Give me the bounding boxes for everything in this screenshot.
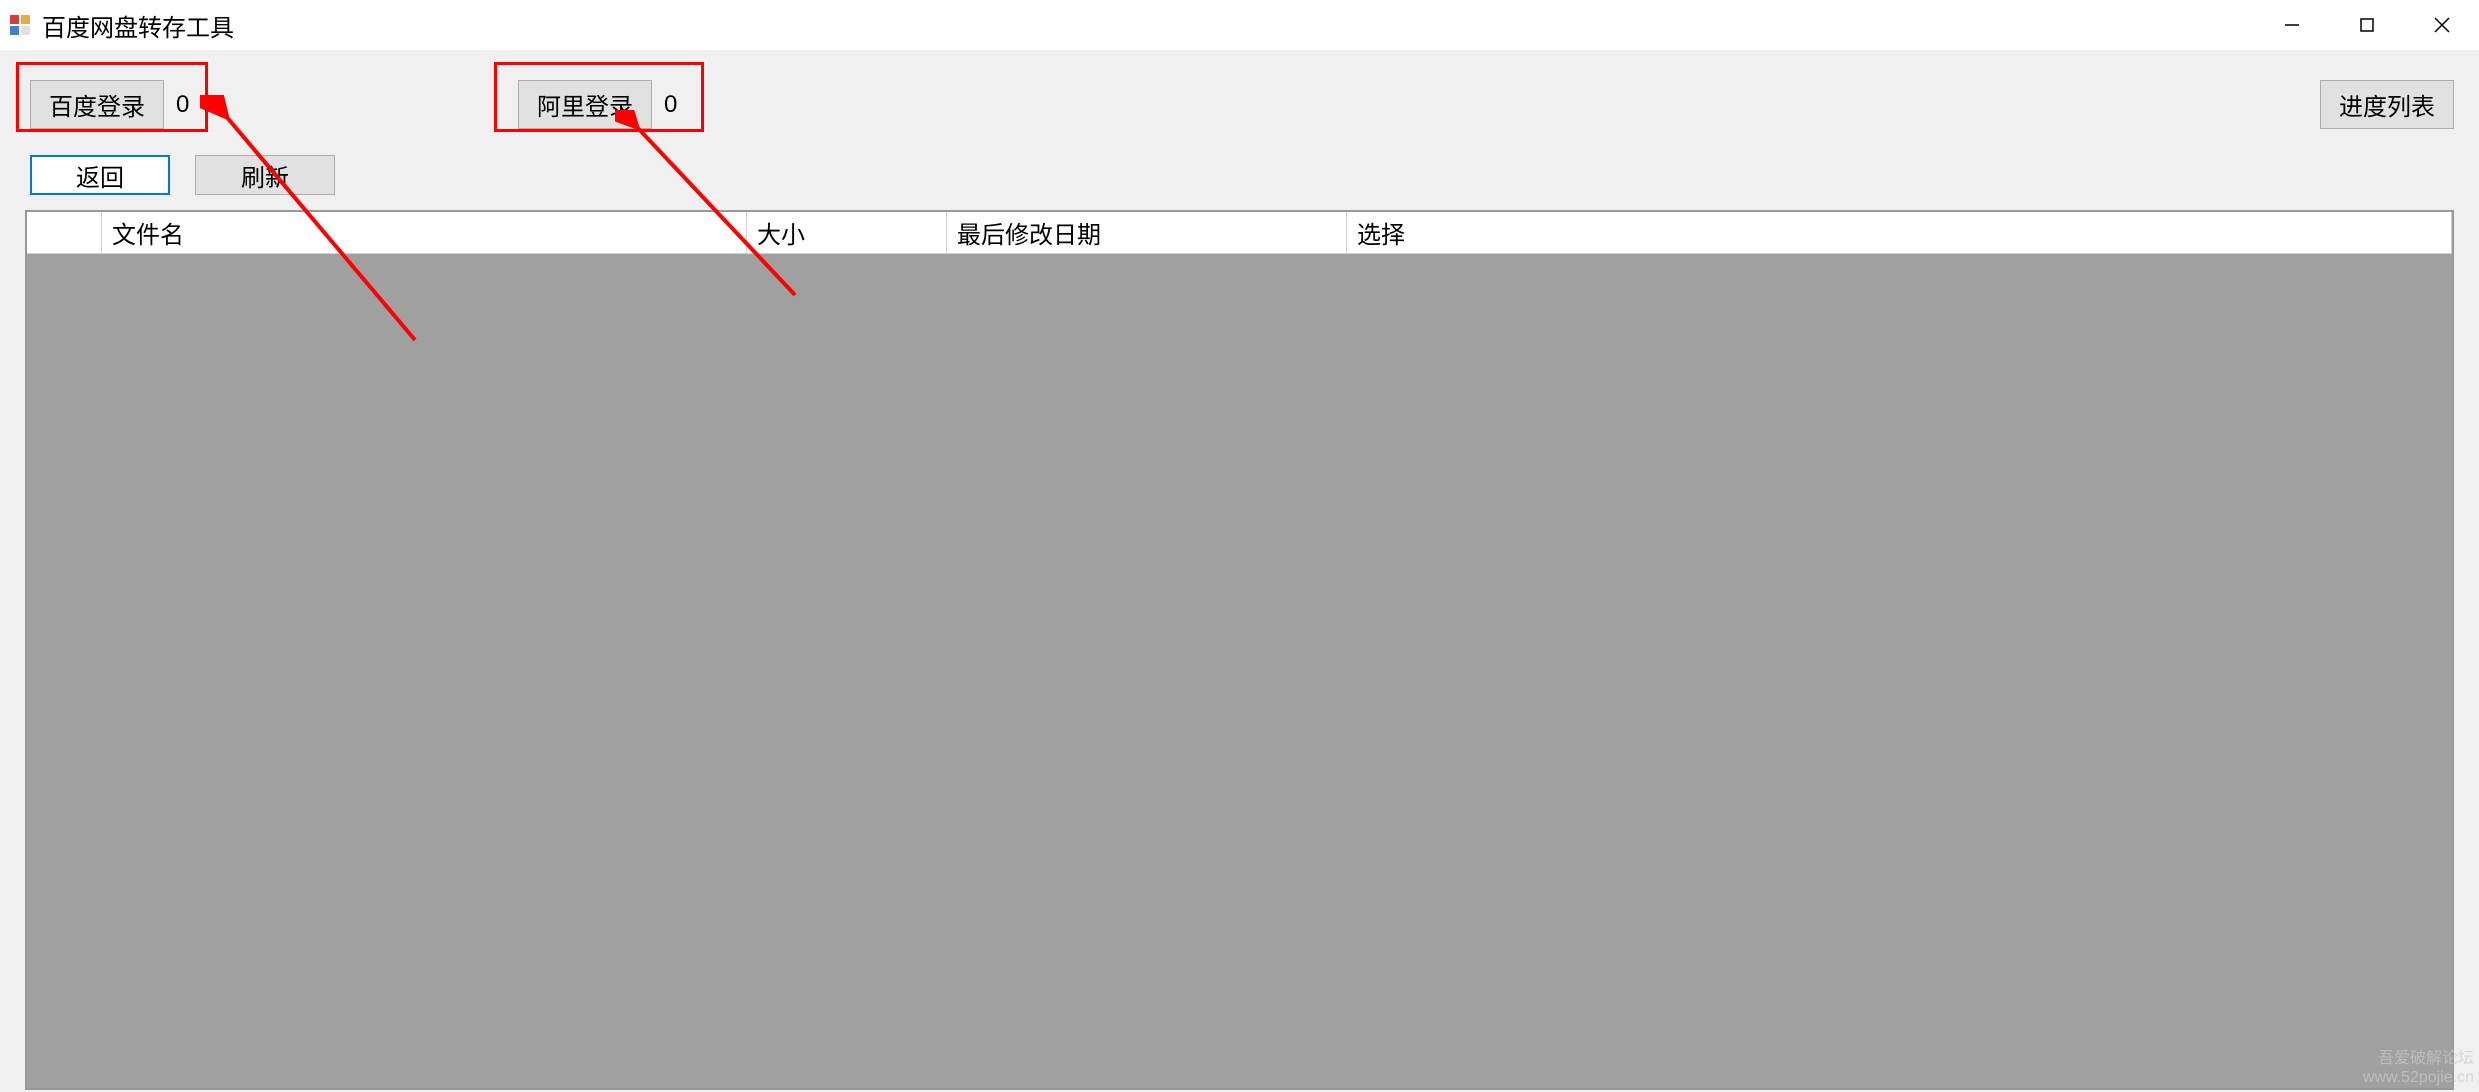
maximize-button[interactable] [2329, 0, 2404, 50]
baidu-login-count: 0 [176, 91, 189, 119]
watermark-line1: 吾爱破解论坛 [2363, 1049, 2474, 1068]
watermark: 吾爱破解论坛 www.52pojie.cn [2363, 1049, 2474, 1087]
ali-login-button[interactable]: 阿里登录 [518, 80, 652, 129]
table-header-size[interactable]: 大小 [747, 212, 947, 254]
baidu-login-group: 百度登录 0 [30, 80, 189, 129]
watermark-line2: www.52pojie.cn [2363, 1068, 2474, 1087]
progress-list-button[interactable]: 进度列表 [2320, 80, 2454, 129]
baidu-login-button[interactable]: 百度登录 [30, 80, 164, 129]
file-table: 文件名 大小 最后修改日期 选择 [25, 210, 2454, 1090]
window-title: 百度网盘转存工具 [42, 8, 234, 43]
table-header-select[interactable]: 选择 [1347, 212, 2452, 254]
window-titlebar: 百度网盘转存工具 [0, 0, 2479, 50]
table-header-last-modified[interactable]: 最后修改日期 [947, 212, 1347, 254]
back-button[interactable]: 返回 [30, 155, 170, 195]
close-button[interactable] [2404, 0, 2479, 50]
nav-row: 返回 刷新 [0, 150, 2479, 210]
app-icon [8, 13, 32, 37]
table-body [27, 254, 2452, 1088]
ali-login-count: 0 [664, 91, 677, 119]
window-controls [2254, 0, 2479, 50]
table-header-row: 文件名 大小 最后修改日期 选择 [27, 212, 2452, 254]
progress-list-group: 进度列表 [2320, 80, 2454, 129]
ali-login-group: 阿里登录 0 [518, 80, 677, 129]
minimize-button[interactable] [2254, 0, 2329, 50]
login-toolbar: 百度登录 0 阿里登录 0 进度列表 [0, 50, 2479, 150]
table-header-icon[interactable] [27, 212, 102, 254]
table-header-filename[interactable]: 文件名 [102, 212, 747, 254]
refresh-button[interactable]: 刷新 [195, 155, 335, 195]
